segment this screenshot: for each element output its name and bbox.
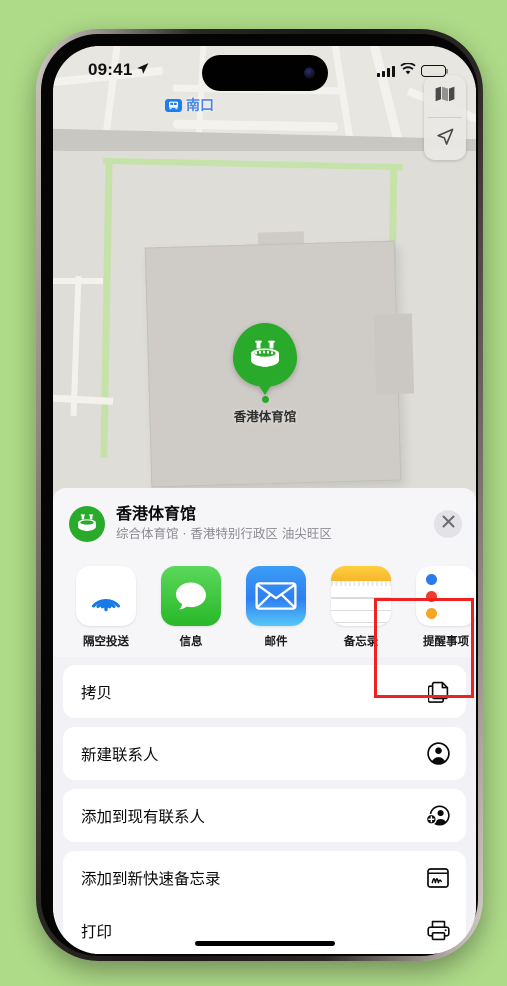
status-time: 09:41: [88, 60, 149, 80]
action-print[interactable]: 打印: [63, 904, 466, 954]
action-copy[interactable]: 拷贝: [63, 665, 466, 718]
front-camera: [303, 67, 315, 79]
share-app-label: 备忘录: [343, 634, 379, 649]
battery-icon: [421, 64, 446, 78]
action-group: 添加到现有联系人: [63, 789, 466, 843]
quick-note-icon: [426, 866, 450, 890]
action-label: 打印: [81, 922, 113, 941]
share-app-row: 隔空投送 信息 邮件 备忘录 提醒事项: [53, 556, 476, 658]
share-sheet-header: 香港体育馆 综合体育馆 · 香港特别行政区 油尖旺区: [53, 488, 476, 557]
action-new-contact[interactable]: 新建联系人: [63, 727, 466, 780]
home-indicator[interactable]: [194, 941, 335, 946]
messages-icon: [161, 566, 221, 627]
notes-icon: [331, 566, 391, 627]
airdrop-icon: [76, 566, 136, 627]
status-bar: 09:41: [53, 46, 476, 98]
share-action-list: 拷贝 新建联系人 添加到现有联系人 添加到新快速备忘录 打印: [53, 657, 476, 954]
dynamic-island[interactable]: [201, 55, 328, 91]
action-group: 拷贝: [63, 665, 466, 719]
person-circle-icon: [426, 742, 450, 766]
action-group: 添加到新快速备忘录 打印: [63, 851, 466, 954]
share-app-label: 邮件: [264, 634, 288, 649]
action-add-existing-contact[interactable]: 添加到现有联系人: [63, 789, 466, 842]
share-app-label: 信息: [179, 634, 203, 649]
share-app-reminders[interactable]: 提醒事项: [415, 566, 476, 649]
phone-frame: 南口 香港体育馆 09:41 香港体育馆 综合体育馆 · 香港特别行政区 油尖旺…: [36, 29, 483, 961]
transit-station-label[interactable]: 南口: [165, 95, 214, 115]
stadium-icon: [69, 505, 105, 542]
action-label: 添加到新快速备忘录: [81, 869, 221, 888]
copy-icon: [426, 680, 450, 704]
transit-station-name: 南口: [186, 98, 214, 114]
share-app-notes[interactable]: 备忘录: [330, 566, 392, 649]
stadium-icon: [233, 323, 297, 387]
close-button[interactable]: [434, 509, 462, 538]
subway-icon: [165, 98, 182, 112]
share-app-airdrop[interactable]: 隔空投送: [75, 566, 137, 649]
printer-icon: [426, 919, 450, 943]
action-group: 新建联系人: [63, 727, 466, 781]
share-sheet-titles: 香港体育馆 综合体育馆 · 香港特别行政区 油尖旺区: [116, 504, 423, 543]
person-add-icon: [426, 804, 450, 828]
locate-me-button[interactable]: [424, 118, 466, 160]
location-arrow-icon: [136, 60, 149, 80]
place-title: 香港体育馆: [116, 504, 197, 523]
map-pin[interactable]: 香港体育馆: [233, 323, 297, 425]
mail-icon: [246, 566, 306, 627]
close-icon: [442, 515, 455, 533]
share-app-messages[interactable]: 信息: [160, 566, 222, 649]
cellular-signal-icon: [377, 65, 395, 77]
status-time-text: 09:41: [88, 60, 133, 79]
share-app-label: 提醒事项: [423, 634, 469, 649]
action-label: 拷贝: [81, 683, 113, 702]
reminders-icon: [416, 566, 476, 627]
action-label: 添加到现有联系人: [81, 807, 206, 826]
wifi-icon: [400, 62, 416, 80]
pin-anchor-dot: [261, 396, 269, 403]
action-label: 新建联系人: [81, 745, 159, 764]
action-add-quick-note[interactable]: 添加到新快速备忘录: [63, 851, 466, 904]
phone-bezel: 南口 香港体育馆 09:41 香港体育馆 综合体育馆 · 香港特别行政区 油尖旺…: [41, 34, 478, 956]
location-arrow-icon: [435, 127, 455, 152]
status-indicators: [377, 62, 446, 80]
place-subtitle: 综合体育馆 · 香港特别行政区 油尖旺区: [116, 526, 332, 542]
share-app-mail[interactable]: 邮件: [245, 566, 307, 649]
share-app-label: 隔空投送: [83, 634, 129, 649]
phone-screen: 南口 香港体育馆 09:41 香港体育馆 综合体育馆 · 香港特别行政区 油尖旺…: [53, 46, 476, 954]
map-pin-label: 香港体育馆: [233, 409, 297, 424]
share-sheet: 香港体育馆 综合体育馆 · 香港特别行政区 油尖旺区 隔空投送 信息 邮件 备忘…: [53, 488, 476, 954]
